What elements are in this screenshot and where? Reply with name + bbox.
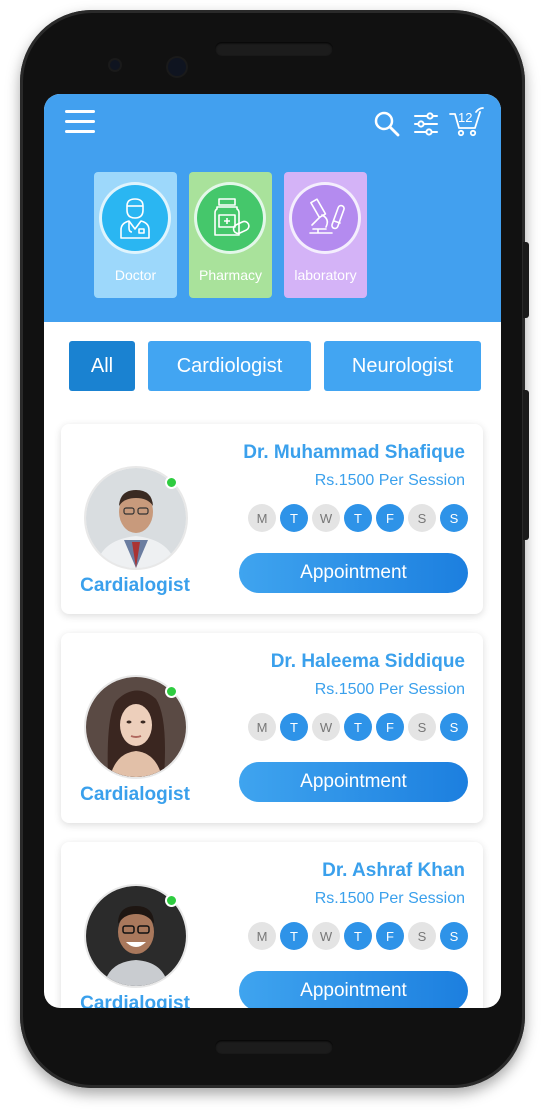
top-speaker (215, 42, 333, 56)
filter-neurologist[interactable]: Neurologist (324, 341, 481, 391)
day-chip: T (344, 922, 372, 950)
day-chip: S (440, 504, 468, 532)
doctor-card[interactable]: Cardialogist Dr. Muhammad Shafique Rs.15… (61, 424, 483, 614)
appointment-button[interactable]: Appointment (239, 971, 468, 1008)
app-screen: 12 Doctor Pharmacy laboratory All Cardio… (44, 94, 501, 1008)
filter-sliders-icon[interactable] (412, 110, 440, 138)
sensor (110, 60, 120, 70)
volume-button (523, 390, 529, 540)
cart-button[interactable]: 12 (448, 106, 484, 138)
day-chip: W (312, 922, 340, 950)
category-label: laboratory (294, 267, 357, 283)
day-chip: F (376, 713, 404, 741)
doctor-name: Dr. Ashraf Khan (322, 860, 465, 881)
pharmacy-icon (194, 182, 266, 254)
menu-icon[interactable] (65, 110, 95, 134)
day-chip: S (408, 922, 436, 950)
doctor-specialty: Cardialogist (80, 575, 190, 596)
online-indicator (165, 894, 178, 907)
day-chip: M (248, 504, 276, 532)
app-header: 12 Doctor Pharmacy laboratory (44, 94, 501, 322)
filter-all[interactable]: All (69, 341, 135, 391)
cart-count-badge: 12 (458, 110, 473, 125)
day-chip: W (312, 713, 340, 741)
online-indicator (165, 685, 178, 698)
category-label: Doctor (114, 267, 157, 283)
day-chip: M (248, 922, 276, 950)
day-chip: W (312, 504, 340, 532)
day-chip: T (280, 922, 308, 950)
doctor-card[interactable]: Cardialogist Dr. Ashraf Khan Rs.1500 Per… (61, 842, 483, 1008)
doctor-card[interactable]: Cardialogist Dr. Haleema Siddique Rs.150… (61, 633, 483, 823)
day-chip: F (376, 504, 404, 532)
day-chip: S (408, 504, 436, 532)
day-chip: M (248, 713, 276, 741)
day-chip: T (344, 504, 372, 532)
category-label: Pharmacy (198, 267, 263, 283)
appointment-button[interactable]: Appointment (239, 762, 468, 802)
day-chip: T (280, 504, 308, 532)
availability-days: M T W T F S S (248, 504, 468, 532)
filter-cardiologist[interactable]: Cardiologist (148, 341, 311, 391)
doctor-icon (99, 182, 171, 254)
session-fee: Rs.1500 Per Session (314, 890, 465, 907)
doctor-name: Dr. Haleema Siddique (270, 651, 465, 672)
category-laboratory[interactable]: laboratory (284, 172, 367, 298)
search-icon[interactable] (373, 110, 401, 138)
day-chip: F (376, 922, 404, 950)
microscope-icon (289, 182, 361, 254)
day-chip: T (280, 713, 308, 741)
doctor-name: Dr. Muhammad Shafique (243, 442, 465, 463)
category-doctor[interactable]: Doctor (94, 172, 177, 298)
bottom-speaker (215, 1040, 333, 1054)
doctor-specialty: Cardialogist (80, 784, 190, 805)
availability-days: M T W T F S S (248, 713, 468, 741)
category-pharmacy[interactable]: Pharmacy (189, 172, 272, 298)
doctor-specialty: Cardialogist (80, 993, 190, 1008)
power-button (523, 242, 529, 318)
day-chip: S (408, 713, 436, 741)
online-indicator (165, 476, 178, 489)
day-chip: T (344, 713, 372, 741)
front-camera (168, 58, 186, 76)
session-fee: Rs.1500 Per Session (314, 681, 465, 698)
day-chip: S (440, 713, 468, 741)
appointment-button[interactable]: Appointment (239, 553, 468, 593)
availability-days: M T W T F S S (248, 922, 468, 950)
day-chip: S (440, 922, 468, 950)
session-fee: Rs.1500 Per Session (314, 472, 465, 489)
